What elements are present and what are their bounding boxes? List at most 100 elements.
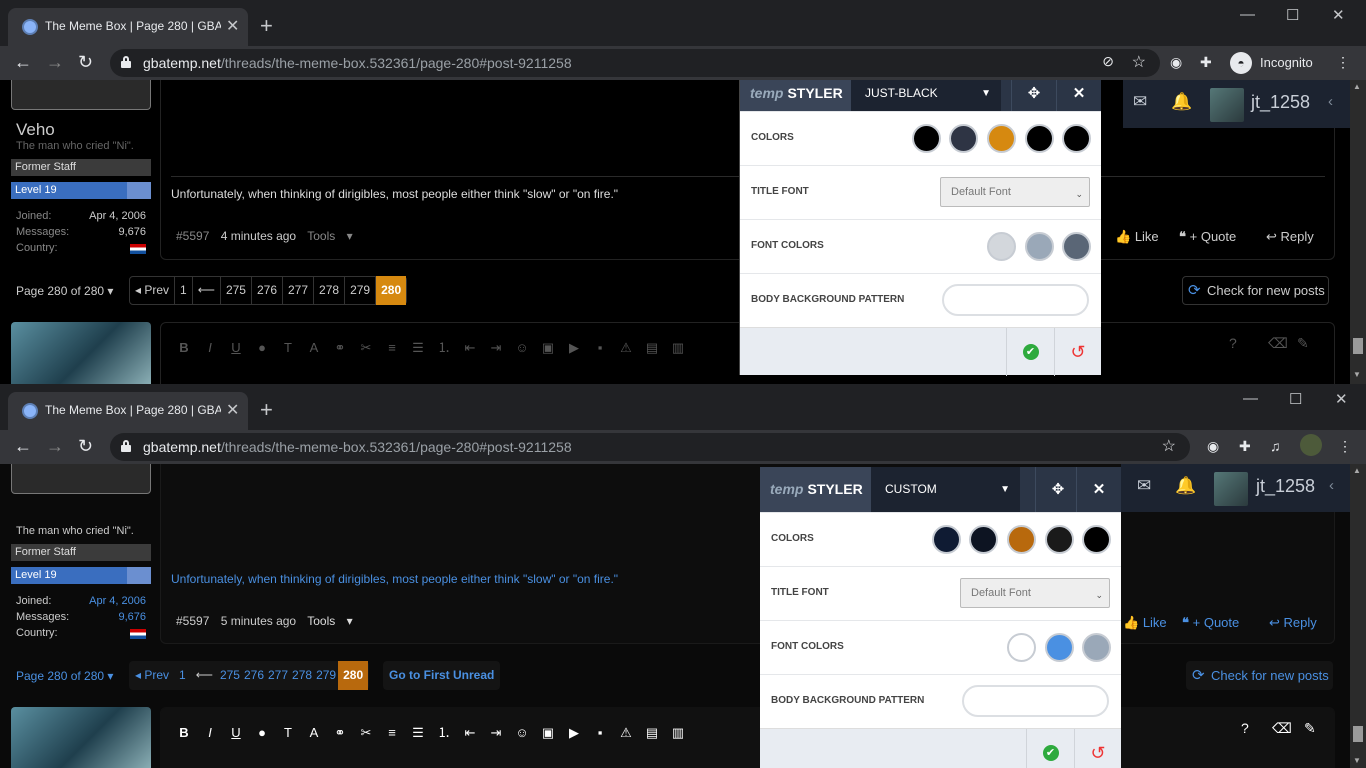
- folder-icon[interactable]: ▤: [639, 720, 665, 746]
- check-new-posts-button[interactable]: ⟳ Check for new posts: [1182, 276, 1329, 305]
- like-button[interactable]: 👍 Like: [1123, 615, 1167, 631]
- font-size-icon[interactable]: T: [275, 335, 301, 361]
- page-link[interactable]: 276: [242, 661, 266, 690]
- tab-close-icon[interactable]: ✕: [226, 16, 239, 36]
- font-family-icon[interactable]: A: [301, 720, 327, 746]
- page-link[interactable]: 278: [290, 661, 314, 690]
- page-link[interactable]: 277: [282, 276, 313, 305]
- move-icon[interactable]: ✥: [1011, 80, 1056, 111]
- reload-icon[interactable]: ↻: [78, 52, 93, 73]
- puzzle-icon[interactable]: ✚: [1239, 438, 1251, 455]
- bold-icon[interactable]: B: [171, 720, 197, 746]
- italic-icon[interactable]: I: [197, 720, 223, 746]
- font-color-swatch[interactable]: [1062, 232, 1091, 261]
- page-link[interactable]: 277: [266, 661, 290, 690]
- current-page[interactable]: 280: [338, 661, 369, 690]
- close-icon[interactable]: ✕: [1076, 467, 1121, 512]
- puzzle-icon[interactable]: ✚: [1200, 54, 1212, 71]
- page-link[interactable]: 275: [218, 661, 242, 690]
- undo-icon[interactable]: ↺: [1074, 729, 1121, 768]
- menu-dots-icon[interactable]: ⋮: [1338, 438, 1352, 455]
- font-color-swatch[interactable]: [1082, 633, 1111, 662]
- list-icon[interactable]: ☰: [405, 720, 431, 746]
- color-swatch[interactable]: [1082, 525, 1111, 554]
- media-control-icon[interactable]: ♫: [1270, 438, 1281, 454]
- image-icon[interactable]: ▣: [535, 335, 561, 361]
- page-skip-icon[interactable]: ⟵: [191, 661, 218, 690]
- video-icon[interactable]: ▶: [561, 335, 587, 361]
- color-swatch[interactable]: [969, 525, 998, 554]
- theme-select[interactable]: JUST-BLACK ▼: [851, 80, 1001, 111]
- indent-icon[interactable]: ⇥: [483, 720, 509, 746]
- chevron-left-icon[interactable]: ‹: [1329, 477, 1334, 494]
- page-skip-icon[interactable]: ⟵: [191, 276, 220, 305]
- unlink-icon[interactable]: ✂: [353, 720, 379, 746]
- scrollbar[interactable]: ▲ ▼: [1350, 464, 1366, 768]
- smilie-icon[interactable]: ☺: [509, 720, 535, 746]
- apply-button[interactable]: ✔: [1026, 729, 1074, 768]
- save-icon[interactable]: ▥: [665, 720, 691, 746]
- font-color-swatch[interactable]: [1045, 633, 1074, 662]
- unlink-icon[interactable]: ✂: [353, 335, 379, 361]
- inbox-icon[interactable]: ✉: [1137, 476, 1151, 496]
- avatar[interactable]: [1210, 88, 1244, 122]
- quote-button[interactable]: ❝ + Quote: [1182, 615, 1239, 631]
- save-icon[interactable]: ▥: [665, 335, 691, 361]
- page-jump-dropdown[interactable]: Page 280 of 280 ▾: [16, 284, 113, 298]
- scroll-thumb[interactable]: [1353, 726, 1363, 742]
- page-link[interactable]: 279: [344, 276, 375, 305]
- page-link[interactable]: 275: [219, 276, 251, 305]
- color-swatch[interactable]: [1045, 525, 1074, 554]
- reload-icon[interactable]: ↻: [78, 436, 93, 457]
- reply-editor[interactable]: B I U ● T A ⚭ ✂ ≡ ☰ ⒈ ⇤ ⇥ ☺ ▣ ▶ ▪ ⚠ ▤ ▥: [160, 707, 1335, 768]
- color-swatch[interactable]: [912, 124, 941, 153]
- prev-page-button[interactable]: ◂ Prev: [130, 661, 174, 690]
- navbar-username[interactable]: jt_1258: [1251, 92, 1310, 113]
- avatar[interactable]: [11, 707, 151, 768]
- bookmark-star-icon[interactable]: ☆: [1162, 436, 1176, 456]
- reply-button[interactable]: ↩ Reply: [1266, 229, 1314, 245]
- color-swatch[interactable]: [1062, 124, 1091, 153]
- color-swatch[interactable]: [1025, 124, 1054, 153]
- tools-dropdown[interactable]: Tools ▾: [307, 229, 352, 243]
- help-icon[interactable]: ?: [1229, 335, 1237, 351]
- address-bar[interactable]: gbatemp.net/threads/the-meme-box.532361/…: [110, 433, 1190, 461]
- prev-page-button[interactable]: ◂ Prev: [130, 276, 174, 305]
- forward-icon[interactable]: →: [46, 52, 64, 73]
- profile-avatar[interactable]: [1300, 434, 1322, 456]
- bookmark-star-icon[interactable]: ☆: [1132, 52, 1146, 72]
- check-new-posts-button[interactable]: ⟳ Check for new posts: [1186, 661, 1333, 690]
- title-font-select[interactable]: Default Font ⌄: [960, 578, 1110, 608]
- undo-icon[interactable]: ↺: [1054, 328, 1101, 376]
- like-button[interactable]: 👍 Like: [1115, 229, 1159, 245]
- back-icon[interactable]: ←: [14, 52, 32, 73]
- outdent-icon[interactable]: ⇤: [457, 335, 483, 361]
- font-size-icon[interactable]: T: [275, 720, 301, 746]
- menu-dots-icon[interactable]: ⋮: [1336, 54, 1350, 71]
- alerts-icon[interactable]: 🔔: [1171, 92, 1192, 112]
- quote-icon[interactable]: ▪: [587, 335, 613, 361]
- font-family-icon[interactable]: A: [301, 335, 327, 361]
- color-swatch[interactable]: [1007, 525, 1036, 554]
- underline-icon[interactable]: U: [223, 720, 249, 746]
- avatar[interactable]: [11, 322, 151, 384]
- numbered-list-icon[interactable]: ⒈: [431, 720, 457, 746]
- post-username[interactable]: Veho: [16, 120, 55, 140]
- align-icon[interactable]: ≡: [379, 720, 405, 746]
- underline-icon[interactable]: U: [223, 335, 249, 361]
- indent-icon[interactable]: ⇥: [483, 335, 509, 361]
- navbar-username[interactable]: jt_1258: [1256, 476, 1315, 497]
- current-page[interactable]: 280: [375, 276, 407, 305]
- extension-icon[interactable]: ◉: [1207, 438, 1219, 455]
- color-icon[interactable]: ●: [249, 720, 275, 746]
- page-link[interactable]: 278: [313, 276, 344, 305]
- outdent-icon[interactable]: ⇤: [457, 720, 483, 746]
- maximize-icon[interactable]: ☐: [1286, 6, 1299, 24]
- page-link[interactable]: 279: [314, 661, 338, 690]
- post-time[interactable]: 5 minutes ago: [221, 614, 296, 628]
- font-color-swatch[interactable]: [987, 232, 1016, 261]
- tab-close-icon[interactable]: ✕: [226, 400, 239, 420]
- back-icon[interactable]: ←: [14, 436, 32, 457]
- color-icon[interactable]: ●: [249, 335, 275, 361]
- video-icon[interactable]: ▶: [561, 720, 587, 746]
